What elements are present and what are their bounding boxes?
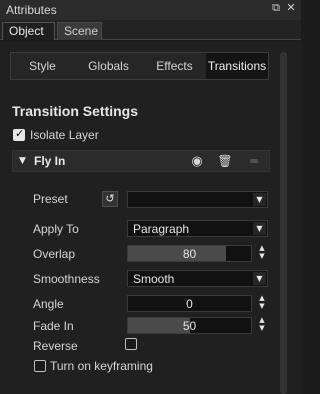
fade-in-value: 50 [182,319,197,333]
section-title: Transition Settings [12,103,139,119]
titlebar-icons: ⧉ ✕ [271,2,296,14]
apply-to-dropdown[interactable]: Paragraph ▼ [127,220,268,237]
smoothness-value: Smooth [133,272,175,286]
fade-in-label: Fade In [33,319,74,333]
isolate-layer-checkbox[interactable] [13,127,25,141]
overlap-label: Overlap [33,247,76,261]
tab-scene[interactable]: Scene [57,22,102,40]
tab-transitions[interactable]: Transitions [206,53,268,79]
angle-spinner[interactable]: ▲ ▼ [257,295,267,311]
keyframing-checkbox[interactable] [34,360,46,372]
angle-label: Angle [33,297,64,311]
reverse-label: Reverse [33,339,78,353]
tab-effects[interactable]: Effects [143,53,206,79]
panel-titlebar: Attributes ⧉ ✕ [0,0,301,20]
apply-to-value: Paragraph [133,222,190,236]
sub-tabs: Style Globals Effects Transitions [10,52,269,80]
spin-down-icon[interactable]: ▼ [257,303,267,311]
transition-name: Fly In [34,154,66,168]
isolate-layer-label: Isolate Layer [30,128,99,142]
smoothness-dropdown[interactable]: Smooth ▼ [127,270,268,287]
spin-down-icon[interactable]: ▼ [257,325,267,333]
smoothness-label: Smoothness [33,272,100,286]
reset-icon[interactable]: ↺ [102,191,118,207]
tab-style[interactable]: Style [11,53,74,79]
spin-down-icon[interactable]: ▼ [257,253,267,261]
attributes-panel: Style Globals Effects Transitions Transi… [0,41,301,394]
dropdown-arrow-icon[interactable]: ▼ [253,222,266,235]
keyframing-label: Turn on keyframing [50,359,153,373]
preset-dropdown[interactable]: ▼ [127,191,268,208]
dropdown-arrow-icon[interactable]: ▼ [253,193,266,206]
angle-input[interactable]: 0 [127,295,252,312]
fade-in-spinner[interactable]: ▲ ▼ [257,317,267,333]
overlap-value: 80 [182,247,197,261]
apply-to-label: Apply To [33,222,79,236]
transition-header[interactable]: ▼ Fly In ◉ 🗑 ═ [12,150,270,172]
overlap-slider[interactable]: 80 [127,245,252,262]
preset-label: Preset [33,192,68,206]
reverse-checkbox[interactable] [125,338,137,350]
close-icon[interactable]: ✕ [286,2,296,14]
top-tabs: Object Scene [0,20,301,40]
tab-globals[interactable]: Globals [74,53,143,79]
vertical-scrollbar[interactable] [280,52,287,394]
trash-icon[interactable]: 🗑 [217,154,233,170]
overlap-spinner[interactable]: ▲ ▼ [257,245,267,261]
fade-in-slider[interactable]: 50 [127,317,252,334]
float-icon[interactable]: ⧉ [271,2,281,14]
dropdown-arrow-icon[interactable]: ▼ [253,272,266,285]
panel-title: Attributes [6,3,57,17]
angle-value: 0 [186,297,193,311]
tab-object[interactable]: Object [2,22,55,40]
eye-icon[interactable]: ◉ [189,154,205,170]
menu-icon[interactable]: ═ [246,154,262,170]
caret-down-icon[interactable]: ▼ [19,156,26,166]
